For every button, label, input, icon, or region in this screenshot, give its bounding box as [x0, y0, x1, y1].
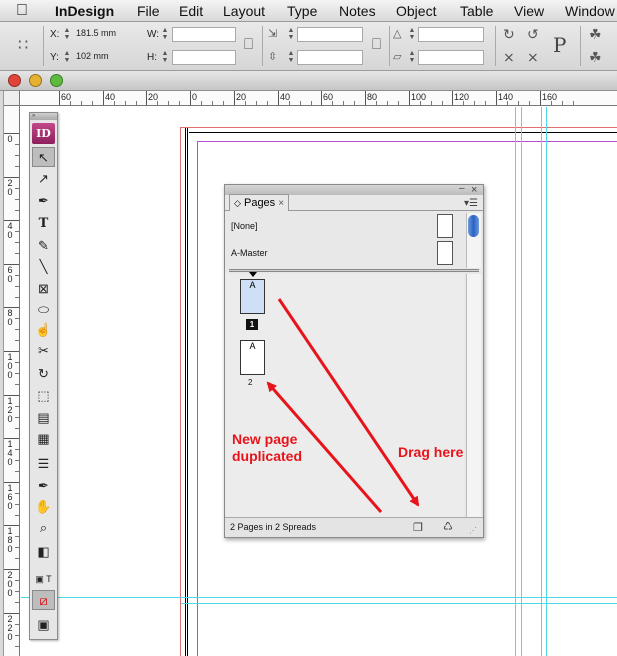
annotation-new-page: New page duplicated	[232, 431, 302, 465]
annotation-new-page-line1: New page	[232, 431, 298, 447]
annotation-new-page-line2: duplicated	[232, 448, 303, 464]
annotation-arrows	[266, 298, 420, 513]
annotation-drag-here: Drag here	[398, 444, 464, 460]
